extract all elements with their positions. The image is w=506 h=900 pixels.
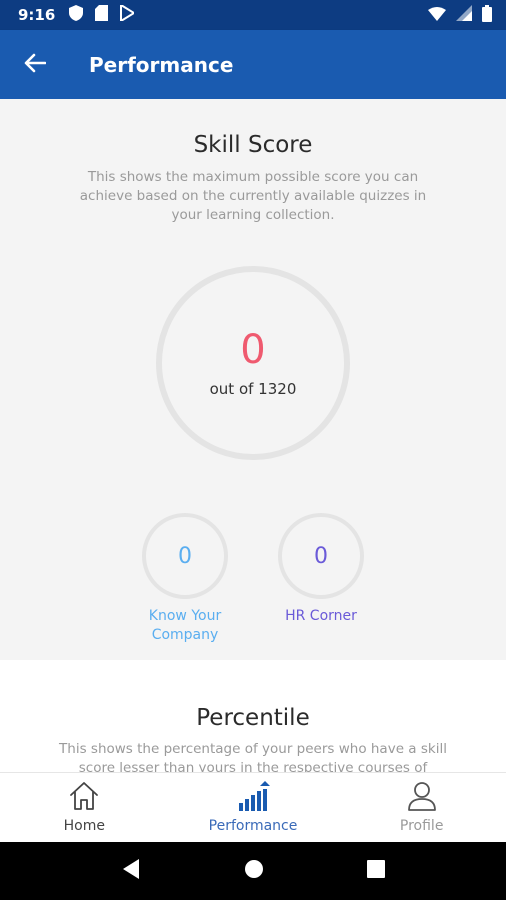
nav-home[interactable]: Home [0,773,169,842]
percentile-section: Percentile This shows the percentage of … [0,660,506,772]
status-bar: 9:16 [0,0,506,30]
status-time: 9:16 [18,6,56,24]
back-button[interactable] [0,30,70,99]
bottom-nav: Home Performance Profile [0,772,506,842]
hr-corner-score: 0 [314,543,328,569]
percentile-description: This shows the percentage of your peers … [59,741,447,772]
performance-icon [236,781,270,815]
app-bar: Performance [0,30,506,99]
page-title: Performance [89,52,234,77]
system-recents-icon[interactable] [366,860,385,882]
know-your-company-label[interactable]: Know Your Company [125,607,245,645]
nav-profile-label: Profile [399,818,444,834]
shield-icon [69,5,84,25]
system-nav-bar [0,842,506,900]
nav-profile[interactable]: Profile [337,773,506,842]
system-back-icon[interactable] [121,858,141,884]
skill-score-value: 0 [240,327,266,373]
know-your-company-score: 0 [178,543,192,569]
home-icon [68,781,100,815]
skill-score-ring: 0 out of 1320 [156,266,350,460]
know-your-company-ring[interactable]: 0 [142,513,228,599]
sd-card-icon [95,5,109,25]
play-store-icon [120,3,137,25]
battery-icon [482,4,492,26]
nav-performance-label: Performance [208,818,298,834]
hr-corner-ring[interactable]: 0 [278,513,364,599]
skill-score-section: Skill Score This shows the maximum possi… [0,99,506,660]
skill-score-description: This shows the maximum possible score yo… [79,169,427,223]
nav-home-label: Home [63,818,105,834]
hr-corner-label[interactable]: HR Corner [261,607,381,626]
nav-performance[interactable]: Performance [169,773,338,842]
system-home-icon[interactable] [244,859,264,883]
skill-score-out-of: out of 1320 [209,380,297,398]
signal-icon [456,5,472,25]
arrow-left-icon [24,53,47,77]
skill-score-title: Skill Score [193,132,313,158]
wifi-icon [428,6,446,25]
percentile-title: Percentile [196,705,310,731]
profile-icon [407,781,437,815]
